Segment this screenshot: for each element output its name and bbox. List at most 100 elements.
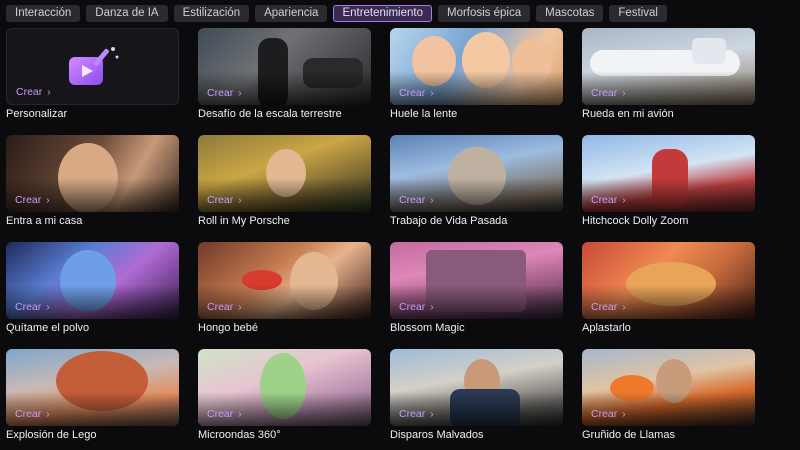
chevron-right-icon: ›: [238, 301, 242, 313]
template-card-blossom-magic[interactable]: Crear › Blossom Magic: [390, 242, 563, 334]
template-card-hongo-bebe[interactable]: Crear › Hongo bebé: [198, 242, 371, 334]
template-thumbnail[interactable]: Crear ›: [6, 28, 179, 105]
template-title: Hongo bebé: [198, 322, 258, 334]
template-card-microondas-360[interactable]: Crear › Microondas 360°: [198, 349, 371, 441]
template-thumbnail[interactable]: Crear ›: [582, 135, 755, 212]
crear-button[interactable]: Crear ›: [591, 87, 626, 99]
template-card-desafio-escala[interactable]: Crear › Desafío de la escala terrestre: [198, 28, 371, 120]
crear-button[interactable]: Crear ›: [207, 194, 242, 206]
template-thumbnail[interactable]: Crear ›: [198, 349, 371, 426]
template-thumbnail[interactable]: Crear ›: [6, 242, 179, 319]
chevron-right-icon: ›: [47, 86, 51, 98]
tab-morfosis-epica[interactable]: Morfosis épica: [437, 5, 531, 22]
crear-button[interactable]: Crear ›: [399, 87, 434, 99]
crear-label: Crear: [207, 408, 234, 420]
template-title: Microondas 360°: [198, 429, 281, 441]
template-thumbnail[interactable]: Crear ›: [198, 28, 371, 105]
template-title: Gruñido de Llamas: [582, 429, 675, 441]
chevron-right-icon: ›: [238, 194, 242, 206]
tab-danza-de-ia[interactable]: Danza de IA: [86, 5, 168, 22]
template-title: Hitchcock Dolly Zoom: [582, 215, 689, 227]
template-card-roll-in-my-porsche[interactable]: Crear › Roll in My Porsche: [198, 135, 371, 227]
tab-festival[interactable]: Festival: [609, 5, 667, 22]
template-thumbnail[interactable]: Crear ›: [390, 135, 563, 212]
crear-label: Crear: [15, 301, 42, 313]
chevron-right-icon: ›: [622, 87, 626, 99]
crear-button[interactable]: Crear ›: [591, 301, 626, 313]
template-title: Rueda en mi avión: [582, 108, 674, 120]
crear-label: Crear: [399, 408, 426, 420]
crear-button[interactable]: Crear ›: [399, 301, 434, 313]
template-title: Entra a mi casa: [6, 215, 83, 227]
template-title: Blossom Magic: [390, 322, 465, 334]
template-thumbnail[interactable]: Crear ›: [390, 242, 563, 319]
crear-label: Crear: [207, 301, 234, 313]
crear-button[interactable]: Crear ›: [591, 194, 626, 206]
crear-label: Crear: [207, 87, 234, 99]
template-title: Quítame el polvo: [6, 322, 90, 334]
template-card-grunido-de-llamas[interactable]: Crear › Gruñido de Llamas: [582, 349, 755, 441]
crear-label: Crear: [399, 301, 426, 313]
template-title: Explosión de Lego: [6, 429, 97, 441]
tab-interaccion[interactable]: Interacción: [6, 5, 81, 22]
tab-estilizacion[interactable]: Estilización: [173, 5, 250, 22]
template-title: Disparos Malvados: [390, 429, 484, 441]
template-card-explosion-de-lego[interactable]: Crear › Explosión de Lego: [6, 349, 179, 441]
template-title: Personalizar: [6, 108, 68, 120]
crear-label: Crear: [399, 87, 426, 99]
category-tabs: Interacción Danza de IA Estilización Apa…: [6, 5, 667, 23]
chevron-right-icon: ›: [430, 408, 434, 420]
crear-button[interactable]: Crear ›: [15, 301, 50, 313]
crear-button[interactable]: Crear ›: [399, 194, 434, 206]
chevron-right-icon: ›: [622, 194, 626, 206]
crear-button[interactable]: Crear ›: [591, 408, 626, 420]
template-thumbnail[interactable]: Crear ›: [582, 28, 755, 105]
template-thumbnail[interactable]: Crear ›: [582, 349, 755, 426]
crear-button[interactable]: Crear ›: [207, 301, 242, 313]
tab-entretenimiento[interactable]: Entretenimiento: [333, 5, 432, 22]
template-thumbnail[interactable]: Crear ›: [390, 28, 563, 105]
crear-button[interactable]: Crear ›: [16, 86, 51, 98]
template-title: Huele la lente: [390, 108, 458, 120]
template-card-aplastarlo[interactable]: Crear › Aplastarlo: [582, 242, 755, 334]
template-title: Desafío de la escala terrestre: [198, 108, 342, 120]
chevron-right-icon: ›: [46, 301, 50, 313]
template-title: Trabajo de Vida Pasada: [390, 215, 508, 227]
crear-button[interactable]: Crear ›: [399, 408, 434, 420]
chevron-right-icon: ›: [46, 194, 50, 206]
crear-label: Crear: [15, 194, 42, 206]
crear-button[interactable]: Crear ›: [15, 194, 50, 206]
crear-label: Crear: [591, 301, 618, 313]
template-card-personalizar[interactable]: Crear › Personalizar: [6, 28, 179, 120]
chevron-right-icon: ›: [238, 87, 242, 99]
template-thumbnail[interactable]: Crear ›: [582, 242, 755, 319]
crear-button[interactable]: Crear ›: [15, 408, 50, 420]
template-card-hitchcock-dolly-zoom[interactable]: Crear › Hitchcock Dolly Zoom: [582, 135, 755, 227]
chevron-right-icon: ›: [430, 194, 434, 206]
crear-button[interactable]: Crear ›: [207, 408, 242, 420]
template-thumbnail[interactable]: Crear ›: [198, 135, 371, 212]
tab-apariencia[interactable]: Apariencia: [255, 5, 328, 22]
template-card-huele-la-lente[interactable]: Crear › Huele la lente: [390, 28, 563, 120]
template-card-disparos-malvados[interactable]: Crear › Disparos Malvados: [390, 349, 563, 441]
crear-label: Crear: [16, 86, 43, 98]
crear-label: Crear: [591, 87, 618, 99]
crear-button[interactable]: Crear ›: [207, 87, 242, 99]
template-thumbnail[interactable]: Crear ›: [198, 242, 371, 319]
chevron-right-icon: ›: [430, 301, 434, 313]
crear-label: Crear: [591, 408, 618, 420]
tab-mascotas[interactable]: Mascotas: [536, 5, 604, 22]
chevron-right-icon: ›: [622, 408, 626, 420]
template-thumbnail[interactable]: Crear ›: [6, 135, 179, 212]
template-card-trabajo-vida-pasada[interactable]: Crear › Trabajo de Vida Pasada: [390, 135, 563, 227]
template-card-entra-a-mi-casa[interactable]: Crear › Entra a mi casa: [6, 135, 179, 227]
template-title: Roll in My Porsche: [198, 215, 290, 227]
crear-label: Crear: [399, 194, 426, 206]
template-card-quitame-el-polvo[interactable]: Crear › Quítame el polvo: [6, 242, 179, 334]
template-thumbnail[interactable]: Crear ›: [390, 349, 563, 426]
template-card-rueda-en-mi-avion[interactable]: Crear › Rueda en mi avión: [582, 28, 755, 120]
chevron-right-icon: ›: [46, 408, 50, 420]
crear-label: Crear: [15, 408, 42, 420]
crear-label: Crear: [207, 194, 234, 206]
template-thumbnail[interactable]: Crear ›: [6, 349, 179, 426]
